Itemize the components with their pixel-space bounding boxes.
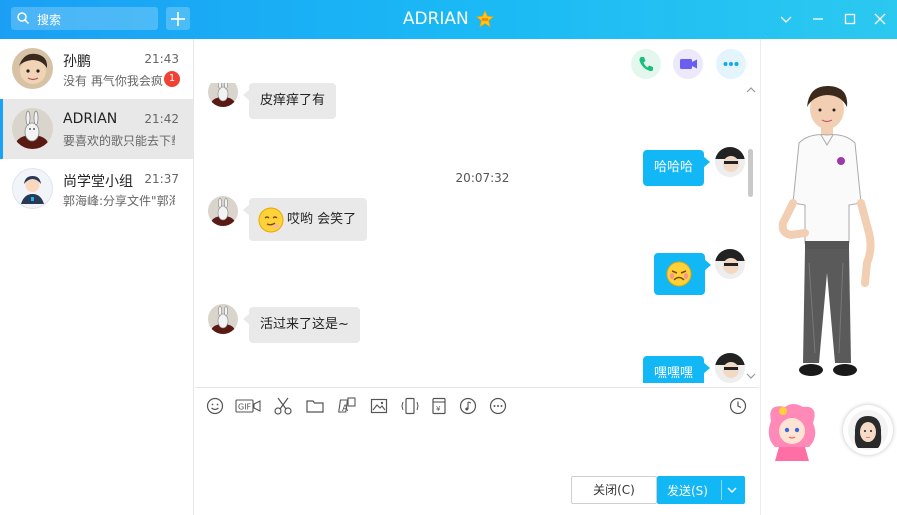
vibrate-icon[interactable] bbox=[400, 396, 420, 416]
my-avatar-button[interactable] bbox=[843, 405, 893, 455]
contact-avatar bbox=[208, 196, 238, 226]
message-list: 皮痒痒了有 20:07:32 哈哈哈 哎哟 会笑了 活过来了这是~ 嘿嘿嘿 bbox=[195, 83, 759, 383]
video-call-button[interactable] bbox=[673, 49, 703, 79]
svg-text:¥: ¥ bbox=[436, 405, 441, 413]
message-bubble: 哎哟 会笑了 bbox=[242, 198, 368, 241]
message-text: 活过来了这是~ bbox=[260, 317, 349, 332]
crying-emoji-icon bbox=[666, 261, 692, 287]
scroll-up-icon[interactable] bbox=[746, 85, 756, 93]
scrollbar-thumb[interactable] bbox=[748, 149, 753, 197]
avatar bbox=[12, 108, 53, 149]
message-input-area[interactable]: GIF A ¥ 关闭(C) 发送(S) bbox=[195, 387, 759, 515]
contact-avatar bbox=[208, 83, 238, 107]
send-divider bbox=[721, 480, 722, 500]
message-bubble: 皮痒痒了有 bbox=[242, 83, 337, 119]
more-dots-icon bbox=[723, 62, 739, 66]
chevron-down-icon[interactable] bbox=[778, 11, 794, 27]
avatar-show-figure[interactable] bbox=[769, 83, 881, 383]
smirk-emoji-icon bbox=[258, 207, 284, 233]
self-portrait-avatar bbox=[848, 410, 888, 450]
conversation-name: 孙鹏 bbox=[63, 54, 91, 70]
message-bubble-self: 哈哈哈 bbox=[643, 150, 711, 186]
font-icon[interactable]: A bbox=[338, 396, 358, 416]
avatar bbox=[12, 48, 53, 89]
vip-star-icon bbox=[476, 10, 495, 28]
contact-name: ADRIAN bbox=[402, 9, 469, 29]
title-bar: 搜索 ADRIAN bbox=[0, 0, 897, 39]
unread-badge: 1 bbox=[164, 71, 180, 87]
chevron-down-icon[interactable] bbox=[726, 485, 738, 495]
image-icon[interactable] bbox=[369, 396, 389, 416]
group-avatar bbox=[12, 168, 53, 209]
conversation-preview: 郭海峰:分享文件"郭海峰" bbox=[63, 194, 175, 208]
message-text: 哈哈哈 bbox=[654, 160, 694, 175]
chat-panel: 皮痒痒了有 20:07:32 哈哈哈 哎哟 会笑了 活过来了这是~ 嘿嘿嘿 GI… bbox=[195, 39, 759, 515]
video-camera-icon bbox=[680, 59, 697, 69]
music-icon[interactable] bbox=[458, 396, 478, 416]
folder-icon[interactable] bbox=[305, 396, 325, 416]
red-packet-icon[interactable]: ¥ bbox=[429, 396, 449, 416]
self-avatar bbox=[715, 147, 745, 177]
conversation-name: ADRIAN bbox=[63, 111, 118, 127]
minimize-icon[interactable] bbox=[810, 11, 826, 27]
more-icon[interactable] bbox=[488, 396, 508, 416]
conversation-item[interactable]: 尚学堂小组 21:37 郭海峰:分享文件"郭海峰" bbox=[0, 159, 193, 219]
conversation-list: 孙鹏 21:43 没有 再气你我会疯 1 ADRIAN 21:42 要喜欢的歌只… bbox=[0, 39, 194, 515]
self-avatar bbox=[715, 249, 745, 279]
svg-text:A: A bbox=[342, 404, 349, 414]
conversation-item-active[interactable]: ADRIAN 21:42 要喜欢的歌只能去下载 bbox=[0, 99, 193, 159]
scroll-down-icon[interactable] bbox=[746, 373, 756, 381]
message-bubble: 活过来了这是~ bbox=[243, 307, 360, 343]
maximize-icon[interactable] bbox=[842, 11, 858, 27]
conversation-item[interactable]: 孙鹏 21:43 没有 再气你我会疯 1 bbox=[0, 39, 193, 99]
conversation-time: 21:42 bbox=[144, 112, 179, 126]
svg-text:GIF: GIF bbox=[238, 403, 252, 412]
message-text: 皮痒痒了有 bbox=[260, 93, 326, 108]
history-clock-icon[interactable] bbox=[728, 396, 748, 416]
send-button[interactable]: 发送(S) bbox=[657, 476, 745, 504]
scissors-icon[interactable] bbox=[273, 396, 293, 416]
conversation-time: 21:37 bbox=[144, 172, 179, 186]
gif-icon[interactable]: GIF bbox=[235, 396, 261, 416]
send-label: 发送(S) bbox=[667, 484, 708, 498]
phone-icon bbox=[639, 57, 653, 72]
show-panel bbox=[760, 39, 897, 515]
window-title: ADRIAN bbox=[0, 9, 897, 29]
self-avatar bbox=[715, 353, 745, 383]
pet-character[interactable] bbox=[761, 401, 823, 465]
message-text: 嘿嘿嘿 bbox=[654, 366, 694, 381]
close-button[interactable]: 关闭(C) bbox=[571, 476, 657, 504]
message-text: 哎哟 会笑了 bbox=[287, 212, 357, 227]
conversation-time: 21:43 bbox=[144, 52, 179, 66]
more-options-button[interactable] bbox=[716, 49, 746, 79]
emoji-icon[interactable] bbox=[205, 396, 225, 416]
conversation-preview: 没有 再气你我会疯 bbox=[63, 74, 163, 88]
voice-call-button[interactable] bbox=[631, 49, 661, 79]
conversation-preview: 要喜欢的歌只能去下载 bbox=[63, 134, 175, 148]
message-bubble-self bbox=[654, 253, 711, 295]
close-icon[interactable] bbox=[872, 11, 888, 27]
contact-avatar bbox=[208, 304, 238, 334]
message-bubble-self: 嘿嘿嘿 bbox=[643, 356, 711, 383]
conversation-name: 尚学堂小组 bbox=[63, 174, 133, 190]
